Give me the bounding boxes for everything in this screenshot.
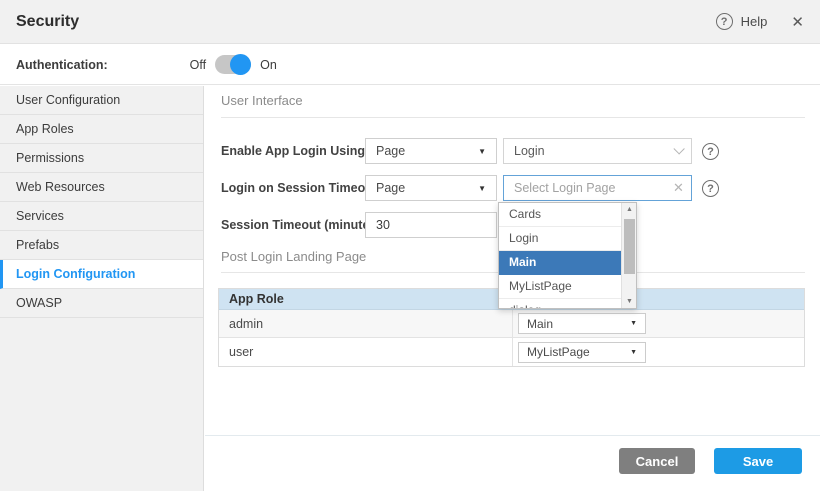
caret-down-icon: ▼ bbox=[630, 349, 637, 356]
enable-app-login-help-icon[interactable]: ? bbox=[702, 143, 719, 160]
caret-down-icon: ▼ bbox=[478, 184, 486, 193]
toggle-off-label: Off bbox=[190, 58, 206, 72]
page-title: Security bbox=[16, 13, 79, 31]
select-value: Page bbox=[376, 144, 405, 158]
authentication-label: Authentication: bbox=[16, 58, 108, 72]
login-on-timeout-type-select[interactable]: Page ▼ bbox=[365, 175, 497, 201]
sidebar-item-app-roles[interactable]: App Roles bbox=[0, 115, 203, 144]
sidebar-item-user-configuration[interactable]: User Configuration bbox=[0, 86, 203, 115]
enable-app-login-page-combobox[interactable]: Login bbox=[503, 138, 692, 164]
help-link[interactable]: Help bbox=[741, 14, 768, 29]
clear-input-icon[interactable]: ✕ bbox=[673, 175, 684, 201]
landing-page-select-user[interactable]: MyListPage ▼ bbox=[518, 342, 646, 363]
footer-divider bbox=[205, 435, 820, 436]
select-value: MyListPage bbox=[527, 345, 590, 359]
dropdown-option-login[interactable]: Login bbox=[499, 227, 621, 251]
sidebar-item-permissions[interactable]: Permissions bbox=[0, 144, 203, 173]
cancel-button[interactable]: Cancel bbox=[619, 448, 695, 474]
sidebar-item-login-configuration[interactable]: Login Configuration bbox=[0, 260, 203, 289]
table-row: admin Main ▼ bbox=[219, 310, 804, 338]
sidebar: User Configuration App Roles Permissions… bbox=[0, 86, 204, 491]
caret-down-icon: ▼ bbox=[478, 147, 486, 156]
authentication-toggle[interactable] bbox=[215, 55, 251, 74]
sidebar-item-web-resources[interactable]: Web Resources bbox=[0, 173, 203, 202]
login-on-timeout-help-icon[interactable]: ? bbox=[702, 180, 719, 197]
toggle-knob bbox=[230, 54, 251, 75]
save-button[interactable]: Save bbox=[714, 448, 802, 474]
login-on-timeout-page-input[interactable] bbox=[503, 175, 692, 201]
select-value: Main bbox=[527, 317, 553, 331]
combobox-value: Login bbox=[514, 144, 545, 158]
caret-down-icon: ▼ bbox=[630, 320, 637, 327]
help-icon[interactable]: ? bbox=[716, 13, 733, 30]
dropdown-option-main[interactable]: Main bbox=[499, 251, 621, 275]
authentication-bar: Authentication: Off On bbox=[0, 45, 820, 85]
session-timeout-input[interactable] bbox=[365, 212, 497, 238]
title-bar: Security ? Help ✕ bbox=[0, 0, 820, 44]
select-value: Page bbox=[376, 181, 405, 195]
section-divider bbox=[221, 117, 805, 118]
session-timeout-label: Session Timeout (minutes): bbox=[221, 212, 385, 238]
login-on-timeout-label: Login on Session Timeout: bbox=[221, 175, 381, 201]
toggle-on-label: On bbox=[260, 58, 277, 72]
enable-app-login-label: Enable App Login Using: bbox=[221, 138, 369, 164]
login-configuration-panel: User Interface Enable App Login Using: P… bbox=[205, 86, 820, 491]
app-role-cell: user bbox=[219, 338, 513, 366]
login-page-dropdown: Cards Login Main MyListPage dialog ▲ ▼ bbox=[498, 202, 637, 309]
table-row: user MyListPage ▼ bbox=[219, 338, 804, 366]
scrollbar-thumb[interactable] bbox=[624, 219, 635, 274]
dropdown-option-cards[interactable]: Cards bbox=[499, 203, 621, 227]
landing-page-select-admin[interactable]: Main ▼ bbox=[518, 313, 646, 334]
security-dialog: Security ? Help ✕ Authentication: Off On… bbox=[0, 0, 820, 491]
dropdown-option-dialog[interactable]: dialog bbox=[499, 299, 621, 309]
dropdown-option-mylistpage[interactable]: MyListPage bbox=[499, 275, 621, 299]
sidebar-item-services[interactable]: Services bbox=[0, 202, 203, 231]
scroll-up-icon[interactable]: ▲ bbox=[622, 206, 637, 213]
chevron-down-icon bbox=[673, 143, 684, 154]
close-icon[interactable]: ✕ bbox=[791, 13, 804, 31]
sidebar-item-owasp[interactable]: OWASP bbox=[0, 289, 203, 318]
dropdown-scrollbar[interactable]: ▲ ▼ bbox=[621, 203, 636, 308]
post-login-section-title: Post Login Landing Page bbox=[221, 249, 366, 264]
scroll-down-icon[interactable]: ▼ bbox=[622, 298, 637, 305]
app-role-cell: admin bbox=[219, 310, 513, 337]
user-interface-section-title: User Interface bbox=[221, 93, 303, 108]
enable-app-login-type-select[interactable]: Page ▼ bbox=[365, 138, 497, 164]
sidebar-item-prefabs[interactable]: Prefabs bbox=[0, 231, 203, 260]
